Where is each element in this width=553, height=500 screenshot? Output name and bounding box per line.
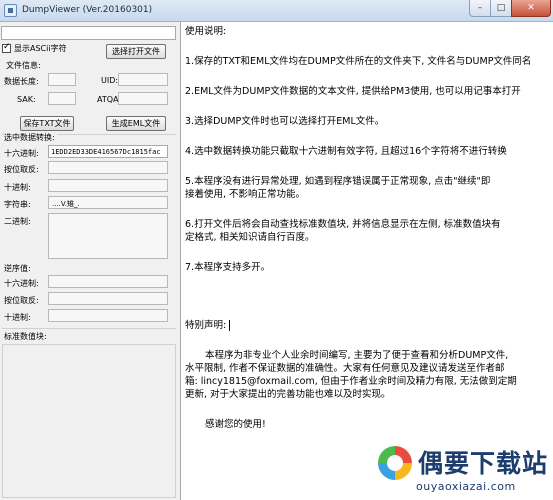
instruction-5a: 5.本程序没有进行异常处理, 如遇到程序错误属于正常现象, 点击"继续"即 (185, 176, 491, 187)
title-bar: DumpViewer (Ver.20160301) – □ ✕ (0, 0, 553, 22)
disclaimer-line-1: 本程序为非专业个人业余时间编写, 主要为了便于查看和分析DUMP文件, (205, 350, 509, 361)
maximize-button[interactable]: □ (490, 0, 512, 17)
uid-field[interactable] (118, 73, 168, 86)
sak-field[interactable] (48, 92, 76, 105)
file-info-title: 文件信息: (6, 61, 41, 70)
instruction-3: 3.选择DUMP文件时也可以选择打开EML文件。 (185, 116, 385, 127)
decimal-label: 十进制: (4, 183, 31, 192)
reverse-decimal-label: 十进制: (4, 313, 31, 322)
bitwise-not-field[interactable] (48, 161, 168, 174)
reverse-decimal-field[interactable] (48, 309, 168, 322)
hex-label: 十六进制: (4, 149, 39, 158)
decimal-field[interactable] (48, 179, 168, 192)
divider (2, 328, 176, 329)
disclaimer-row: 特别声明: (185, 319, 553, 332)
instruction-5b: 接着使用, 不影响正常功能。 (185, 189, 306, 200)
instruction-1: 1.保存的TXT和EML文件均在DUMP文件所在的文件夹下, 文件名与DUMP文… (185, 56, 532, 67)
left-panel: 显示ASCii字符 选择打开文件 文件信息: 数据长度: UID: SAK: A… (0, 22, 180, 500)
minimize-button[interactable]: – (469, 0, 491, 17)
instructions-text: 使用说明: 1.保存的TXT和EML文件均在DUMP文件所在的文件夹下, 文件名… (185, 25, 553, 445)
standard-value-block-title: 标准数值块: (4, 332, 47, 341)
show-ascii-checkbox-row[interactable]: 显示ASCii字符 (2, 42, 67, 54)
window-title: DumpViewer (Ver.20160301) (22, 5, 153, 15)
show-ascii-checkbox[interactable] (2, 42, 11, 53)
instructions-textarea[interactable]: 使用说明: 1.保存的TXT和EML文件均在DUMP文件所在的文件夹下, 文件名… (180, 22, 553, 500)
disclaimer-line-2: 水平限制, 作者不保证数据的准确性。大家有任何意见及建议请发送至作者邮 (185, 363, 505, 374)
reverse-bitwise-label: 按位取反: (4, 296, 39, 305)
data-length-field[interactable] (48, 73, 76, 86)
binary-field[interactable] (48, 213, 168, 259)
atqa-field[interactable] (118, 92, 168, 105)
binary-label: 二进制: (4, 217, 31, 226)
watermark-title: 偶要下载站 (418, 449, 549, 478)
text-caret (229, 320, 231, 331)
instruction-4: 4.选中数据转换功能只截取十六进制有效字符, 且超过16个字符将不进行转换 (185, 146, 507, 157)
disclaimer-title: 特别声明: (185, 320, 227, 331)
selection-convert-title: 选中数据转换: (4, 132, 57, 143)
site-watermark: 偶要下载站 ouyaoxiazai.com (378, 440, 553, 500)
show-ascii-label: 显示ASCii字符 (14, 44, 67, 53)
close-button[interactable]: ✕ (511, 0, 551, 17)
bitwise-not-label: 按位取反: (4, 165, 39, 174)
string-label: 字符串: (4, 200, 31, 209)
data-length-label: 数据长度: (4, 77, 39, 86)
reverse-bitwise-field[interactable] (48, 292, 168, 305)
window-controls: – □ ✕ (469, 0, 551, 17)
disclaimer-line-3: 箱: lincy1815@foxmail.com, 但由于作者业余时间及精力有限… (185, 376, 517, 387)
save-txt-button[interactable]: 保存TXT文件 (20, 116, 74, 131)
instruction-2: 2.EML文件为DUMP文件数据的文本文件, 提供给PM3使用, 也可以用记事本… (185, 86, 521, 97)
uid-label: UID: (101, 76, 119, 85)
select-file-button[interactable]: 选择打开文件 (106, 44, 166, 59)
hex-input[interactable]: 1EDD2ED33DE416567Dc1815fac (48, 145, 168, 158)
reverse-hex-label: 十六进制: (4, 279, 39, 288)
instruction-6b: 定格式, 相关知识请自行百度。 (185, 232, 315, 243)
instruction-6a: 6.打开文件后将会自动查找标准数值块, 并将信息显示在左侧, 标准数值块有 (185, 219, 501, 230)
file-path-input[interactable] (1, 26, 176, 40)
reverse-hex-field[interactable] (48, 275, 168, 288)
site-logo-icon (378, 446, 412, 480)
watermark-url: ouyaoxiazai.com (416, 480, 516, 493)
instructions-heading: 使用说明: (185, 26, 227, 37)
sak-label: SAK: (17, 95, 36, 104)
reverse-title: 逆序值: (4, 264, 31, 273)
disclaimer-line-4: 更新, 对于大家提出的完善功能也难以及时实现。 (185, 389, 391, 400)
app-icon (4, 4, 17, 17)
generate-eml-button[interactable]: 生成EML文件 (106, 116, 166, 131)
standard-value-block-list[interactable] (2, 344, 176, 498)
instruction-7: 7.本程序支持多开。 (185, 262, 271, 273)
string-field[interactable]: ....V.雉_. (48, 196, 168, 209)
thanks-text: 感谢您的使用! (205, 419, 266, 430)
